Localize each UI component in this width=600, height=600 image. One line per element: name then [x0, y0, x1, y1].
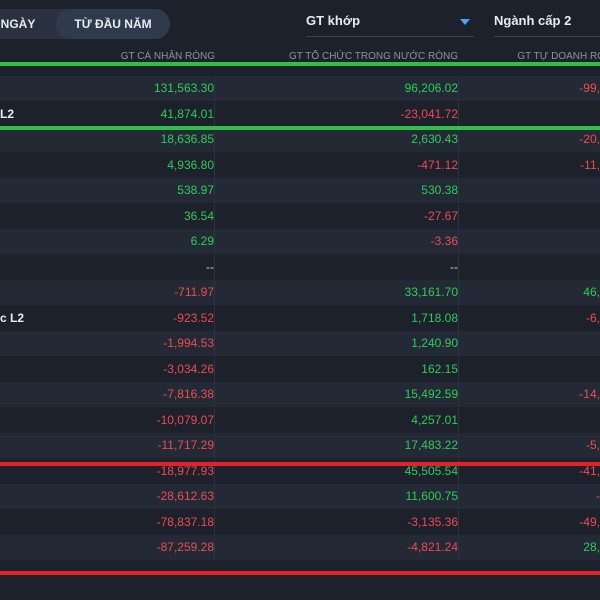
- cell-individual: 6.29: [60, 229, 215, 254]
- value-type-dropdown[interactable]: GT khớp: [306, 8, 474, 37]
- table-row[interactable]: c L2 -923.52 1,718.08 -6,583: [0, 306, 600, 331]
- chevron-down-icon: [460, 19, 470, 25]
- cell-individual: -87,259.28: [60, 535, 215, 560]
- cell-individual: -11,717.29: [60, 433, 215, 458]
- cell-individual: 4,936.80: [60, 153, 215, 178]
- cell-individual: -10,079.07: [60, 408, 215, 433]
- sector-level-label: Ngành cấp 2: [494, 13, 572, 28]
- cell-proprietary: [470, 204, 600, 229]
- table-row[interactable]: 36.54 -27.67: [0, 204, 600, 229]
- cell-domestic-institution: -4,821.24: [230, 535, 459, 560]
- cell-individual: 41,874.01: [60, 102, 215, 127]
- cell-proprietary: -5,279: [585, 438, 600, 452]
- table-row[interactable]: -711.97 33,161.70 46,740: [0, 280, 600, 305]
- cell-proprietary: -32: [470, 178, 600, 203]
- table-row[interactable]: 4,936.80 -471.12 -11,671: [0, 153, 600, 178]
- table-row[interactable]: 538.97 530.38 -32: [0, 178, 600, 203]
- row-label: c L2: [0, 311, 25, 325]
- cell-proprietary: [470, 229, 600, 254]
- cell-domestic-institution: 17,483.22: [230, 433, 459, 458]
- cell-individual: -7,816.38: [60, 382, 215, 407]
- table-row[interactable]: -- --: [0, 255, 600, 280]
- cell-domestic-institution: -3,135.36: [230, 510, 459, 535]
- cell-domestic-institution: 96,206.02: [230, 76, 459, 101]
- cell-domestic-institution: 2,630.43: [230, 127, 459, 152]
- toolbar: NGÀY TỪ ĐẦU NĂM GT khớp Ngành cấp 2: [0, 0, 600, 50]
- cell-proprietary: -49,920: [579, 515, 600, 529]
- cell-domestic-institution: 15,492.59: [230, 382, 459, 407]
- cell-individual: --: [60, 255, 215, 280]
- row-label: L2: [0, 107, 15, 121]
- table-row[interactable]: -78,837.18 -3,135.36 -49,920: [0, 510, 600, 535]
- cell-proprietary: -20,379: [579, 132, 600, 146]
- cell-domestic-institution: 1,240.90: [230, 331, 459, 356]
- cell-domestic-institution: 1,718.08: [230, 306, 459, 331]
- green-highlight-line-bottom: [0, 126, 600, 130]
- cell-individual: 538.97: [60, 178, 215, 203]
- cell-individual: -28,612.63: [60, 484, 215, 509]
- red-highlight-line-bottom: [0, 571, 600, 575]
- cell-proprietary: [470, 255, 600, 280]
- cell-domestic-institution: -3.36: [230, 229, 459, 254]
- cell-proprietary: 387: [470, 408, 600, 433]
- cell-domestic-institution: 530.38: [230, 178, 459, 203]
- cell-proprietary: [470, 357, 600, 382]
- cell-proprietary: 317: [470, 331, 600, 356]
- cell-proprietary: 28,761: [583, 540, 600, 554]
- cell-proprietary: -99,792: [579, 81, 600, 95]
- tab-year-to-date[interactable]: TỪ ĐẦU NĂM: [56, 9, 170, 39]
- cell-proprietary: 46,740: [583, 285, 600, 299]
- cell-proprietary: -6,583: [585, 311, 600, 325]
- cell-domestic-institution: 162.15: [230, 357, 459, 382]
- table-row[interactable]: -1,994.53 1,240.90 317: [0, 331, 600, 356]
- table-row[interactable]: -10,079.07 4,257.01 387: [0, 408, 600, 433]
- cell-individual: -78,837.18: [60, 510, 215, 535]
- table-row[interactable]: 18,636.85 2,630.43 -20,379: [0, 127, 600, 152]
- cell-proprietary: -781: [595, 489, 600, 503]
- table-row[interactable]: -3,034.26 162.15: [0, 357, 600, 382]
- tab-day[interactable]: NGÀY: [0, 9, 56, 39]
- cell-individual: 36.54: [60, 204, 215, 229]
- cell-individual: -3,034.26: [60, 357, 215, 382]
- red-highlight-line-top: [0, 462, 600, 466]
- table-row[interactable]: L2 41,874.01 -23,041.72 242: [0, 102, 600, 127]
- cell-individual: -711.97: [60, 280, 215, 305]
- table-row[interactable]: 6.29 -3.36: [0, 229, 600, 254]
- cell-domestic-institution: 33,161.70: [230, 280, 459, 305]
- table-row[interactable]: -11,717.29 17,483.22 -5,279: [0, 433, 600, 458]
- cell-proprietary: -14,894: [579, 387, 600, 401]
- green-highlight-line-top: [0, 62, 600, 66]
- cell-domestic-institution: 4,257.01: [230, 408, 459, 433]
- table-row[interactable]: -87,259.28 -4,821.24 28,761: [0, 535, 600, 560]
- value-type-label: GT khớp: [306, 13, 361, 28]
- cell-individual: 131,563.30: [60, 76, 215, 101]
- cell-individual: -923.52: [60, 306, 215, 331]
- cell-domestic-institution: -23,041.72: [230, 102, 459, 127]
- cell-domestic-institution: --: [230, 255, 459, 280]
- period-toggle: NGÀY TỪ ĐẦU NĂM: [0, 9, 170, 39]
- table-row[interactable]: -28,612.63 11,600.75 -781: [0, 484, 600, 509]
- sector-level-dropdown[interactable]: Ngành cấp 2: [494, 8, 600, 37]
- cell-individual: -1,994.53: [60, 331, 215, 356]
- cell-proprietary: -11,671: [580, 158, 600, 172]
- cell-proprietary: 242: [470, 102, 600, 127]
- cell-domestic-institution: 11,600.75: [230, 484, 459, 509]
- cell-domestic-institution: -471.12: [230, 153, 459, 178]
- table-row[interactable]: 131,563.30 96,206.02 -99,792: [0, 76, 600, 101]
- cell-domestic-institution: -27.67: [230, 204, 459, 229]
- table-row[interactable]: -7,816.38 15,492.59 -14,894: [0, 382, 600, 407]
- cell-individual: 18,636.85: [60, 127, 215, 152]
